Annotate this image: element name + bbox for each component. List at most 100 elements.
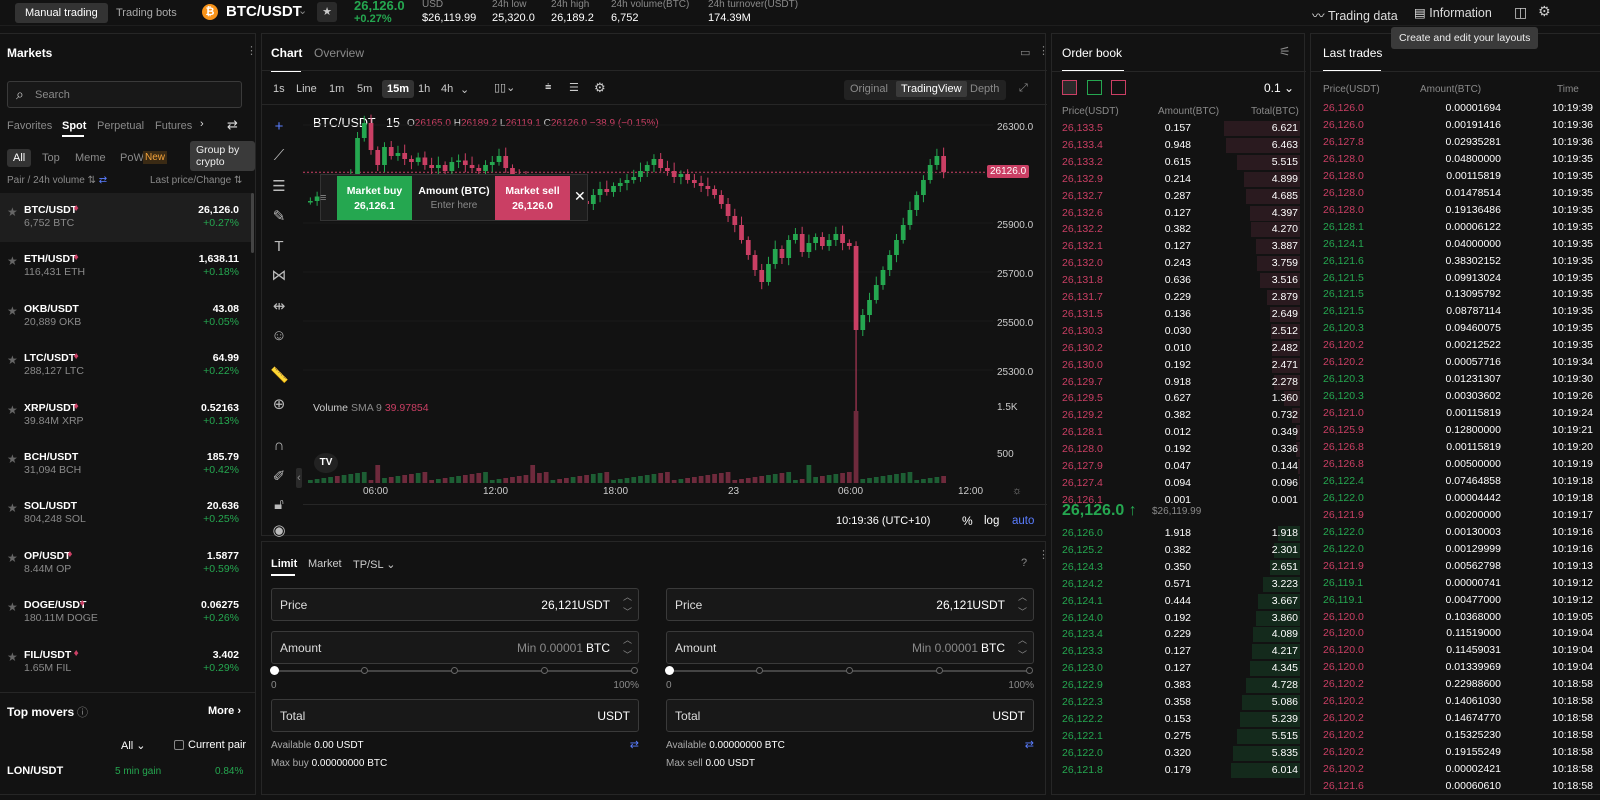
chevron-right-icon[interactable]: ›: [200, 118, 204, 130]
bid-row[interactable]: 26,126.0 1.918 1.918: [1052, 525, 1306, 542]
current-pair-checkbox[interactable]: [174, 740, 184, 750]
ask-row[interactable]: 26,130.0 0.192 2.471: [1052, 357, 1306, 374]
more-button[interactable]: More ›: [208, 705, 241, 717]
theme-icon[interactable]: ☼: [1012, 485, 1022, 497]
market-row[interactable]: ★ ETH/USDT ♦ 116,431 ETH 1,638.11 +0.18%: [0, 242, 252, 291]
orderbook-settings-icon[interactable]: ⚟: [1279, 44, 1291, 60]
measure-icon[interactable]: ⇹: [270, 298, 288, 316]
market-row[interactable]: ★ BCH/USDT 31,094 BCH 185.79 +0.42%: [0, 440, 252, 489]
tab-manual-trading[interactable]: Manual trading: [15, 3, 108, 23]
ask-row[interactable]: 26,132.6 0.127 4.397: [1052, 205, 1306, 222]
lock-drawing-icon[interactable]: ✐: [270, 468, 288, 486]
market-row[interactable]: ★ LTC/USDT ♦ 288,127 LTC 64.99 +0.22%: [0, 341, 252, 390]
crosshair-icon[interactable]: +: [270, 118, 288, 136]
stepper-up-icon[interactable]: ︿: [1018, 633, 1027, 646]
stepper-up-icon[interactable]: ︿: [1018, 590, 1027, 603]
zoom-in-icon[interactable]: ⊕: [270, 396, 288, 414]
amount-input[interactable]: Amount Min 0.00001 BTC ︿ ﹀: [271, 631, 639, 664]
view-tradingview[interactable]: TradingView: [896, 81, 967, 97]
slider-notch[interactable]: [361, 667, 368, 674]
drag-handle-icon[interactable]: ⋮: [1038, 44, 1049, 57]
bid-row[interactable]: 26,123.4 0.229 4.089: [1052, 626, 1306, 643]
tab-chart[interactable]: Chart: [271, 46, 302, 60]
gear-icon[interactable]: ⚙: [1538, 3, 1551, 20]
tab-market[interactable]: Market: [308, 558, 342, 570]
star-icon[interactable]: ★: [7, 205, 18, 219]
eye-icon[interactable]: ◉: [270, 522, 288, 540]
chevron-down-icon[interactable]: ⌄: [298, 4, 307, 17]
star-icon[interactable]: ★: [7, 551, 18, 565]
market-row[interactable]: ★ OKB/USDT 20,889 OKB 43.08 +0.05%: [0, 292, 252, 341]
market-row[interactable]: ★ XRP/USDT ♦ 39.84M XRP 0.52163 +0.13%: [0, 391, 252, 440]
bid-row[interactable]: 26,125.2 0.382 2.301: [1052, 542, 1306, 559]
bid-row[interactable]: 26,122.0 0.320 5.835: [1052, 745, 1306, 762]
ask-row[interactable]: 26,128.1 0.012 0.349: [1052, 424, 1306, 441]
total-input[interactable]: Total USDT: [271, 699, 639, 732]
bid-row[interactable]: 26,122.3 0.358 5.086: [1052, 694, 1306, 711]
stepper-down-icon[interactable]: ﹀: [1018, 605, 1027, 618]
slider-notch[interactable]: [451, 667, 458, 674]
interval-15m[interactable]: 15m: [382, 80, 415, 98]
pair-selector[interactable]: BTC/USDT: [226, 3, 302, 20]
view-both-icon[interactable]: [1062, 80, 1077, 95]
fullscreen-icon[interactable]: ⤢: [1019, 82, 1028, 95]
amount-input[interactable]: Amount (BTC) Enter here: [414, 176, 494, 220]
slider-handle[interactable]: [270, 666, 279, 675]
tick-size-select[interactable]: 0.1 ⌄: [1264, 81, 1294, 95]
indicator-icon[interactable]: ⩧: [545, 81, 551, 94]
view-depth[interactable]: Depth: [970, 83, 999, 95]
interval-1s[interactable]: 1s: [273, 83, 285, 95]
stepper-up-icon[interactable]: ︿: [623, 590, 632, 603]
close-icon[interactable]: ✕: [574, 188, 586, 205]
trading-data-button[interactable]: 〰 Trading data: [1312, 5, 1398, 24]
candle-type-icon[interactable]: ▯▯⌄: [494, 81, 515, 94]
interval-1h[interactable]: 1h: [418, 83, 430, 95]
trendline-icon[interactable]: ⟋: [270, 147, 288, 165]
slider-notch[interactable]: [936, 667, 943, 674]
stepper-down-icon[interactable]: ﹀: [623, 648, 632, 661]
tab-perpetual[interactable]: Perpetual: [97, 120, 144, 132]
information-button[interactable]: ▤ Information: [1414, 5, 1492, 20]
market-row[interactable]: ★ OP/USDT ♦ 8.44M OP 1.5877 +0.59%: [0, 539, 252, 588]
market-buy-button[interactable]: Market buy 26,126.1: [337, 176, 412, 220]
star-icon[interactable]: ★: [7, 501, 18, 515]
ask-row[interactable]: 26,133.5 0.157 6.621: [1052, 120, 1306, 137]
layout-icon[interactable]: ◫: [1514, 4, 1527, 21]
view-asks-icon[interactable]: [1111, 80, 1126, 95]
tab-favorites[interactable]: Favorites: [7, 120, 52, 132]
tab-tpsl[interactable]: TP/SL ⌄: [353, 558, 395, 571]
market-row[interactable]: ★ SOL/USDT 804,248 SOL 20.636 +0.25%: [0, 489, 252, 538]
filter-pow[interactable]: PoW: [120, 152, 144, 164]
movers-filter-all[interactable]: All ⌄: [121, 739, 146, 752]
price-input[interactable]: Price 26,121 USDT ︿ ﹀: [666, 588, 1034, 621]
tab-overview[interactable]: Overview: [314, 46, 364, 60]
log-toggle[interactable]: log: [984, 515, 999, 527]
drag-handle-icon[interactable]: ≡: [320, 192, 326, 204]
list-icon[interactable]: ☰: [569, 81, 579, 94]
bid-row[interactable]: 26,124.3 0.350 2.651: [1052, 559, 1306, 576]
emoji-icon[interactable]: ☺: [270, 327, 288, 345]
slider-notch[interactable]: [541, 667, 548, 674]
star-icon[interactable]: ★: [7, 304, 18, 318]
bid-row[interactable]: 26,122.9 0.383 4.728: [1052, 677, 1306, 694]
market-row[interactable]: ★ FIL/USDT ♦ 1.65M FIL 3.402 +0.29%: [0, 638, 252, 687]
chevron-down-icon[interactable]: ⌄: [460, 83, 469, 96]
ask-row[interactable]: 26,132.1 0.127 3.887: [1052, 238, 1306, 255]
star-icon[interactable]: ★: [7, 600, 18, 614]
price-chart[interactable]: [303, 105, 993, 485]
drag-handle-icon[interactable]: ⋮: [246, 44, 257, 57]
transfer-icon[interactable]: ⇄: [1025, 738, 1034, 751]
interval-4h[interactable]: 4h: [441, 83, 453, 95]
search-input[interactable]: ⌕ Search: [7, 81, 242, 108]
slider-notch[interactable]: [1026, 667, 1033, 674]
price-input[interactable]: Price 26,121 USDT ︿ ﹀: [271, 588, 639, 621]
view-bids-icon[interactable]: [1087, 80, 1102, 95]
bid-row[interactable]: 26,122.1 0.275 5.515: [1052, 728, 1306, 745]
pattern-icon[interactable]: ⋈: [270, 267, 288, 285]
star-icon[interactable]: ★: [7, 353, 18, 367]
ask-row[interactable]: 26,127.9 0.047 0.144: [1052, 458, 1306, 475]
ask-row[interactable]: 26,129.7 0.918 2.278: [1052, 374, 1306, 391]
stepper-down-icon[interactable]: ﹀: [1018, 648, 1027, 661]
ask-row[interactable]: 26,133.4 0.948 6.463: [1052, 137, 1306, 154]
favorite-star-icon[interactable]: ★: [317, 2, 337, 22]
